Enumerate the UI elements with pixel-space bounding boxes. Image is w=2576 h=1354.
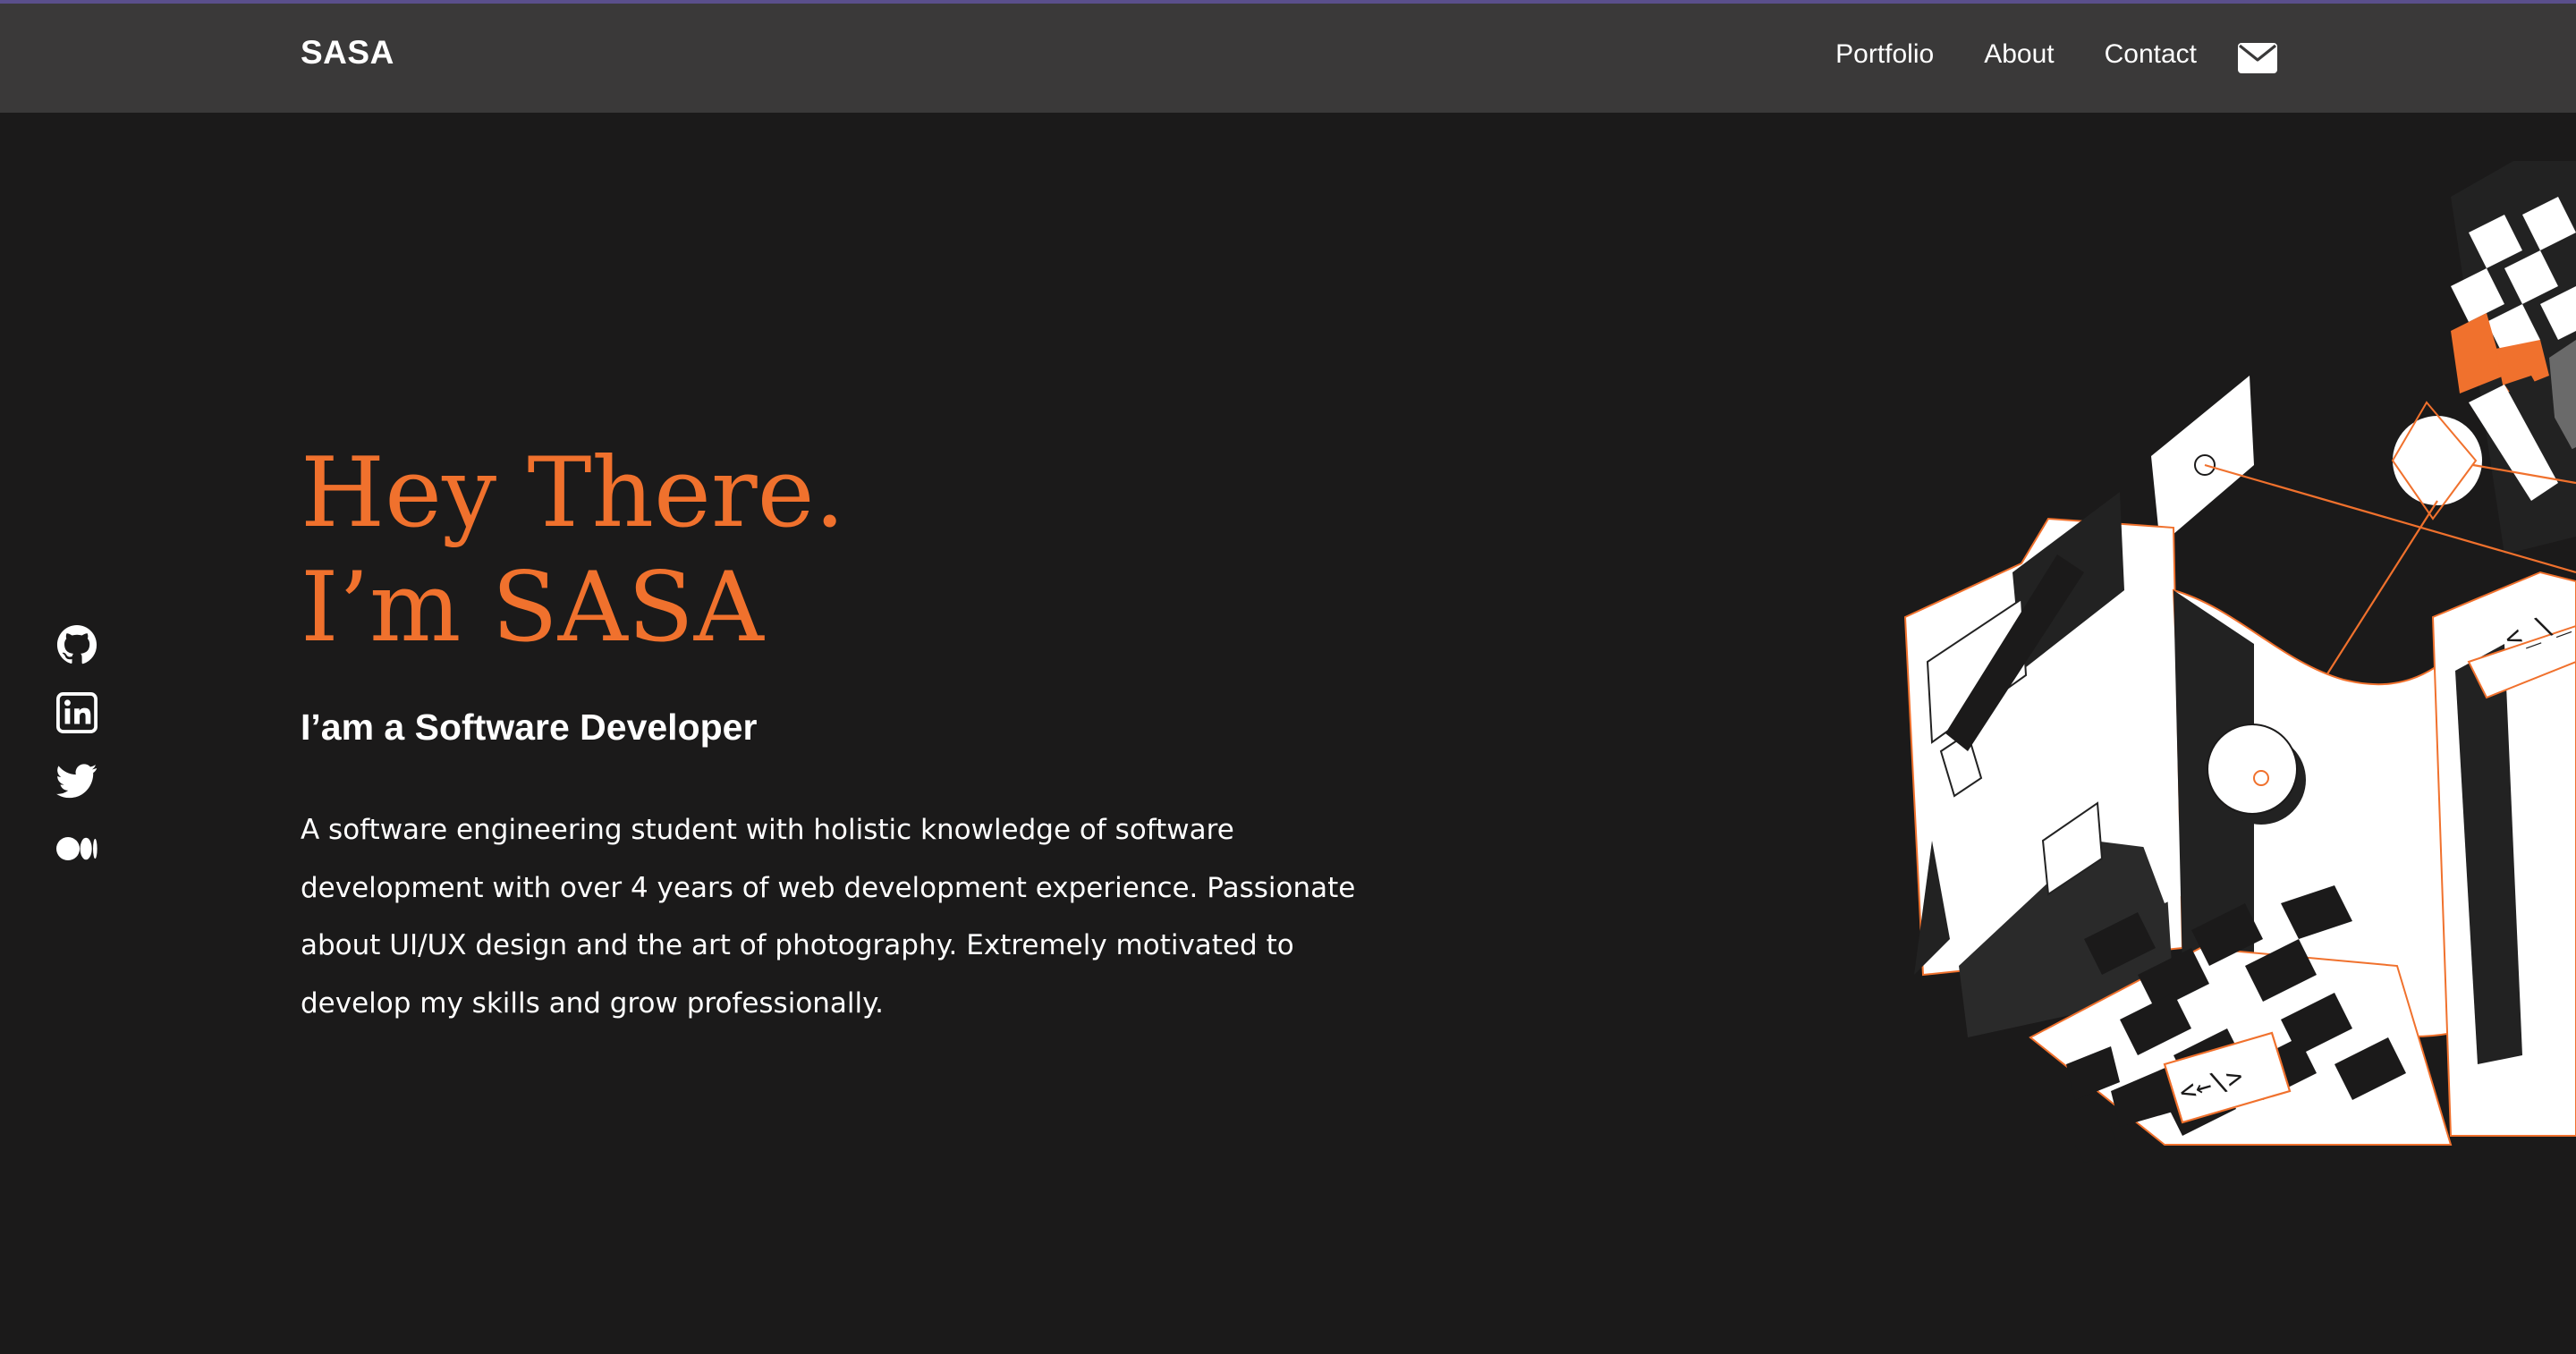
nav-contact-link[interactable]: Contact xyxy=(2105,39,2197,70)
social-links xyxy=(55,624,98,869)
navbar: SASA Portfolio About Contact xyxy=(0,4,2576,113)
medium-icon[interactable] xyxy=(55,828,98,869)
linkedin-icon[interactable] xyxy=(55,692,98,733)
twitter-icon[interactable] xyxy=(55,760,98,801)
hero-illustration: <_\_ <←\> xyxy=(1878,161,2576,1163)
nav-portfolio-link[interactable]: Portfolio xyxy=(1835,39,1934,70)
right-panel: <_\_ xyxy=(2431,571,2576,1137)
isometric-code-illustration: <_\_ <←\> xyxy=(1903,161,2576,1163)
hero-title-line-1: Hey There. xyxy=(301,437,845,549)
floating-tile xyxy=(2151,376,2254,546)
hero-title: Hey There. I’m SASA xyxy=(301,436,845,665)
checkered-tower xyxy=(2451,161,2576,554)
page: SASA Portfolio About Contact Hey There. … xyxy=(0,0,2576,1354)
hero-title-line-2: I’m SASA xyxy=(301,552,764,664)
nav-about-link[interactable]: About xyxy=(1984,39,2054,70)
github-icon[interactable] xyxy=(55,624,98,665)
hero-subtitle: I’am a Software Developer xyxy=(301,707,758,748)
nav-links: Portfolio About Contact xyxy=(1835,39,2197,70)
envelope-icon[interactable] xyxy=(2238,43,2277,73)
hero-bio: A software engineering student with holi… xyxy=(301,814,1356,1020)
brand-logo[interactable]: SASA xyxy=(301,34,394,72)
